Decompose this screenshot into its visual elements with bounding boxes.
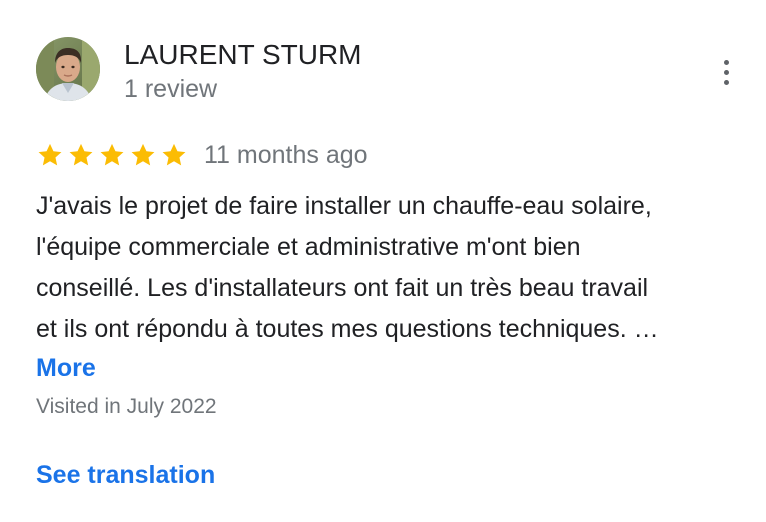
star-icon bbox=[131, 143, 155, 166]
more-options-button[interactable] bbox=[710, 54, 742, 90]
star-icon bbox=[69, 143, 93, 166]
reviewer-name[interactable]: LAURENT STURM bbox=[124, 38, 362, 72]
review-text: J'avais le projet de faire installer un … bbox=[36, 186, 736, 350]
review-text-line: conseillé. Les d'installateurs ont fait … bbox=[36, 274, 649, 302]
review-text-line: et ils ont répondu à toutes mes question… bbox=[36, 315, 659, 343]
star-rating bbox=[36, 141, 188, 169]
see-translation-button[interactable]: See translation bbox=[36, 458, 215, 492]
reviewer-avatar[interactable] bbox=[36, 37, 100, 101]
avatar-photo bbox=[36, 37, 100, 101]
review-text-line: l'équipe commerciale et administrative m… bbox=[36, 233, 581, 261]
reviewer-review-count: 1 review bbox=[124, 75, 218, 103]
rating-row: 11 months ago bbox=[36, 138, 368, 172]
more-vert-icon bbox=[723, 59, 729, 65]
visited-date: Visited in July 2022 bbox=[36, 395, 217, 418]
review-text-line: J'avais le projet de faire installer un … bbox=[36, 192, 652, 220]
more-button[interactable]: More bbox=[36, 350, 96, 386]
star-icon bbox=[162, 143, 186, 166]
review-date: 11 months ago bbox=[204, 141, 368, 169]
star-icon bbox=[100, 143, 124, 166]
review-card: LAURENT STURM 1 review 11 months ago J'a… bbox=[0, 0, 766, 522]
star-icon bbox=[38, 143, 62, 166]
